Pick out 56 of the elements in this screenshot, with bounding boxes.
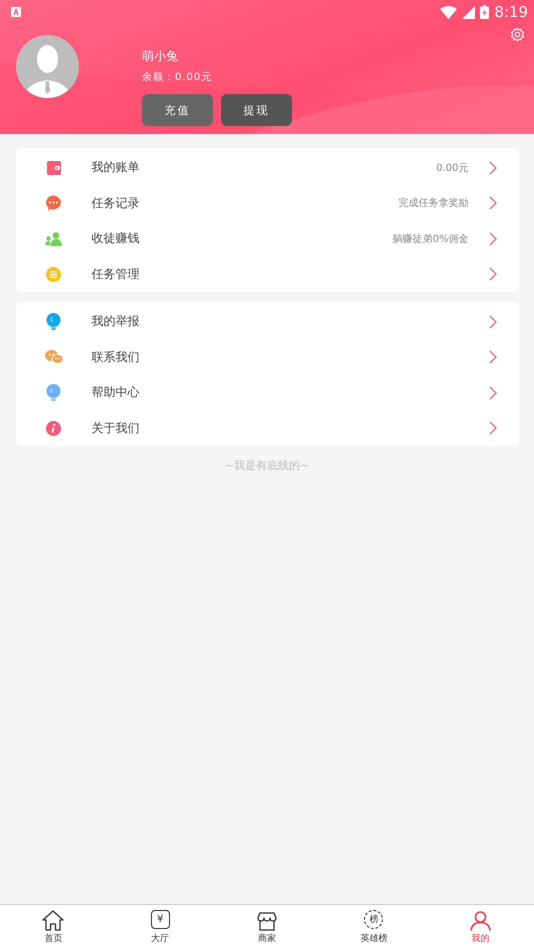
menu-item-label: 任务记录: [92, 194, 140, 212]
home-icon: [42, 910, 64, 931]
menu-item-label: 收徒赚钱: [92, 230, 140, 248]
nav-tab[interactable]: 我的: [427, 905, 534, 950]
battery-icon: [480, 5, 490, 19]
person-icon: [470, 911, 492, 931]
yen-icon: ¥: [150, 910, 170, 929]
menu-item-detail: 完成任务拿奖励: [398, 196, 468, 210]
user-name: 萌小兔: [142, 48, 179, 64]
storefront-icon: [256, 912, 277, 931]
nav-tab[interactable]: 商家: [214, 905, 320, 950]
lightbulb-icon: [46, 384, 61, 402]
recharge-button[interactable]: 充值: [142, 94, 213, 126]
menu-item[interactable]: 我的账单 0.00元: [16, 150, 518, 186]
menu-item[interactable]: 关于我们: [16, 410, 518, 446]
nav-tab[interactable]: 榜 英雄榜: [320, 905, 428, 950]
chat-bubble-icon: [45, 194, 62, 212]
nav-tab[interactable]: ¥ 大厅: [106, 905, 214, 950]
chevron-right-icon: [488, 232, 496, 246]
lightbulb-icon: [46, 313, 61, 330]
menu-item[interactable]: 我的举报: [16, 304, 518, 340]
chevron-right-icon: [488, 267, 496, 282]
menu-item-detail: 0.00元: [436, 162, 468, 175]
list-icon: [46, 266, 61, 282]
info-icon: [46, 420, 61, 436]
menu-item-detail: 躺赚徒弟0%佣金: [392, 232, 468, 246]
chevron-right-icon: [488, 314, 496, 329]
menu-item[interactable]: 联系我们: [16, 340, 518, 375]
signal-icon: [462, 6, 476, 18]
menu-item-label: 任务管理: [92, 266, 140, 283]
chevron-right-icon: [488, 386, 496, 400]
wallet-icon: [46, 160, 60, 175]
menu-item-label: 我的账单: [92, 159, 140, 176]
notification-icon: [10, 6, 22, 18]
settings-icon[interactable]: [510, 27, 525, 42]
chevron-right-icon: [488, 350, 496, 364]
nav-tab[interactable]: 首页: [0, 905, 107, 950]
menu-item[interactable]: 任务记录 完成任务拿奖励: [16, 186, 518, 221]
status-time: 8:19: [494, 3, 528, 21]
chevron-right-icon: [488, 421, 496, 436]
menu-item[interactable]: 帮助中心: [16, 375, 518, 410]
menu-item-label: 我的举报: [92, 313, 140, 330]
menu-item[interactable]: 收徒赚钱 躺赚徒弟0%佣金: [16, 221, 518, 256]
ranking-badge-icon: 榜: [364, 910, 384, 929]
wifi-icon: [440, 6, 458, 18]
menu-item-label: 帮助中心: [92, 384, 140, 402]
menu-item-label: 联系我们: [92, 348, 140, 366]
end-of-list-note: ~我是有底线的~: [224, 458, 310, 473]
withdraw-button[interactable]: 提现: [221, 94, 292, 126]
chat-bubbles-icon: [44, 350, 62, 364]
menu-item[interactable]: 任务管理: [16, 256, 518, 292]
balance-text: 余额：0.00元: [142, 70, 214, 84]
chevron-right-icon: [488, 196, 496, 210]
menu-item-label: 关于我们: [92, 420, 140, 437]
chevron-right-icon: [488, 160, 496, 175]
people-icon: [45, 232, 62, 246]
